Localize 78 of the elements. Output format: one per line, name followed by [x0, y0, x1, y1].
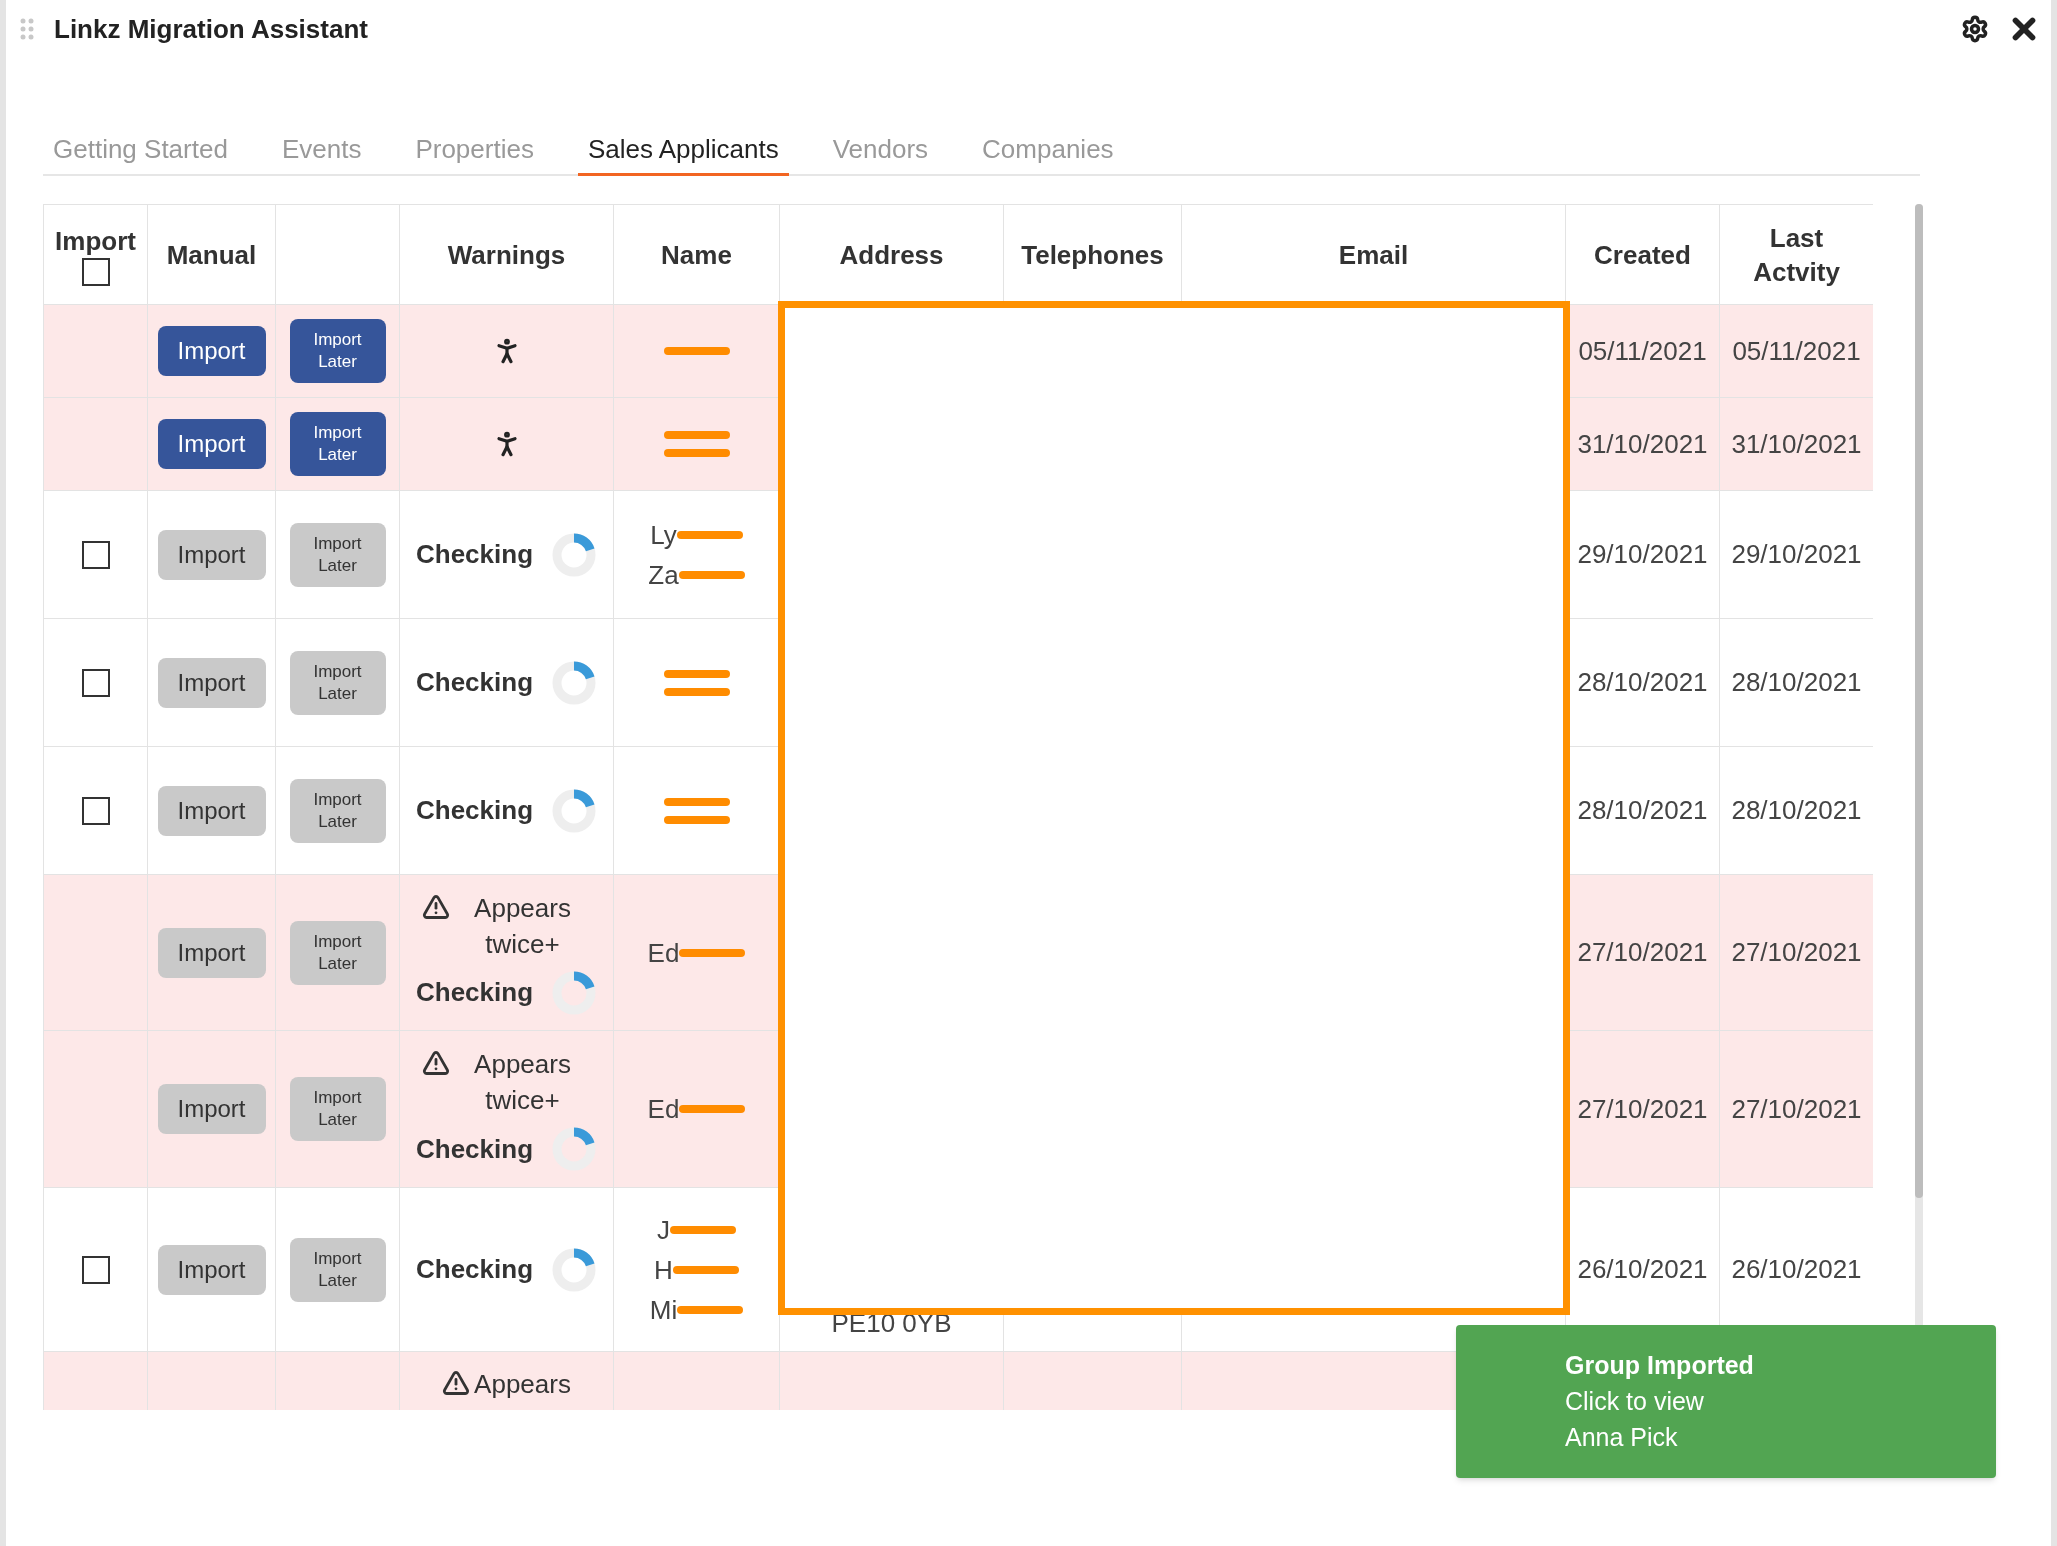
- spinner-icon: [551, 787, 597, 834]
- checkbox[interactable]: [81, 1255, 110, 1284]
- created-cell-text: 27/10/2021: [1577, 936, 1708, 969]
- spinner-icon: [551, 1246, 597, 1293]
- import-button[interactable]: Import: [157, 927, 266, 978]
- toast-text: Anna Pick: [1565, 1422, 1679, 1453]
- column-header: Manual: [166, 238, 257, 272]
- toast-text: Click to view: [1565, 1386, 1705, 1417]
- created-cell-text: 31/10/2021: [1577, 427, 1708, 461]
- import-button[interactable]: Import: [157, 657, 266, 708]
- warning-icon: [421, 892, 450, 921]
- duplicate-warning: Appears: [474, 1368, 571, 1401]
- last-activity-cell-text: 27/10/2021: [1731, 1092, 1862, 1126]
- checking-status: Checking: [416, 666, 533, 699]
- tab[interactable]: Sales Applicants: [577, 130, 789, 176]
- column-header: Email: [1338, 238, 1409, 272]
- column-header: Name: [661, 238, 732, 272]
- drag-handle-icon[interactable]: [20, 17, 34, 41]
- name-fragment: Ed: [647, 1094, 680, 1124]
- import-later-button[interactable]: Import Later: [289, 650, 386, 715]
- settings-button[interactable]: [1961, 15, 1989, 43]
- spinner-icon: [551, 1126, 597, 1172]
- import-button[interactable]: Import: [157, 326, 266, 376]
- checkbox[interactable]: [81, 540, 110, 569]
- name-fragment: Ly: [650, 519, 677, 550]
- last-activity-cell-text: 26/10/2021: [1731, 1253, 1862, 1286]
- column-header: Address: [839, 238, 944, 272]
- name-fragment: Mi: [649, 1294, 678, 1325]
- name-fragment: H: [654, 1254, 673, 1285]
- last-activity-cell-text: 27/10/2021: [1731, 936, 1862, 969]
- created-cell-text: 26/10/2021: [1577, 1253, 1708, 1286]
- last-activity-cell-text: 28/10/2021: [1731, 666, 1862, 699]
- import-later-button[interactable]: Import Later: [289, 1237, 386, 1302]
- name-fragment: Za: [648, 559, 679, 590]
- checking-status: Checking: [416, 976, 533, 1009]
- checkbox[interactable]: [81, 257, 110, 286]
- import-later-button[interactable]: Import Later: [289, 920, 386, 985]
- import-later-button[interactable]: Import Later: [289, 1077, 386, 1141]
- import-later-button[interactable]: Import Later: [289, 412, 386, 476]
- last-activity-cell-text: 05/11/2021: [1732, 334, 1861, 368]
- last-activity-cell-text: 29/10/2021: [1731, 538, 1862, 571]
- created-cell-text: 28/10/2021: [1577, 794, 1708, 827]
- import-later-button[interactable]: Import Later: [289, 319, 386, 383]
- import-later-button[interactable]: Import Later: [289, 778, 386, 843]
- name-fragment: Ed: [647, 937, 680, 968]
- duplicate-warning: Appears twice+: [473, 891, 572, 961]
- import-button[interactable]: Import: [157, 1084, 266, 1134]
- column-header: Created: [1594, 238, 1691, 272]
- created-cell-text: 28/10/2021: [1577, 666, 1708, 699]
- checking-status: Checking: [416, 794, 533, 827]
- duplicate-warning: Appears twice+: [473, 1048, 572, 1117]
- spinner-icon: [551, 659, 597, 706]
- checking-status: Checking: [416, 538, 533, 571]
- warning-icon: [442, 1369, 471, 1397]
- checking-status: Checking: [416, 1132, 533, 1166]
- last-activity-cell-text: 31/10/2021: [1731, 427, 1862, 461]
- window-title: Linkz Migration Assistant: [54, 12, 368, 46]
- spinner-icon: [551, 969, 597, 1016]
- toast-title: Group Imported: [1565, 1350, 1755, 1381]
- import-button[interactable]: Import: [157, 529, 266, 580]
- name-fragment: J: [657, 1214, 670, 1245]
- created-cell-text: 05/11/2021: [1578, 334, 1707, 368]
- created-cell-text: 29/10/2021: [1577, 538, 1708, 571]
- import-later-button[interactable]: Import Later: [289, 522, 386, 587]
- column-header: Last Actvity: [1752, 221, 1841, 289]
- last-activity-cell-text: 28/10/2021: [1731, 794, 1862, 827]
- spinner-icon: [551, 531, 597, 578]
- checking-status: Checking: [416, 1253, 533, 1286]
- column-header: Telephones: [1021, 238, 1164, 272]
- column-header: Warnings: [447, 238, 566, 272]
- checkbox[interactable]: [81, 668, 110, 697]
- import-button[interactable]: Import: [157, 1244, 266, 1295]
- import-button[interactable]: Import: [157, 419, 266, 469]
- checkbox[interactable]: [81, 796, 110, 825]
- warning-icon: [421, 1049, 450, 1077]
- created-cell-text: 27/10/2021: [1577, 1092, 1708, 1126]
- import-button[interactable]: Import: [157, 785, 266, 836]
- column-header: Import: [55, 224, 136, 258]
